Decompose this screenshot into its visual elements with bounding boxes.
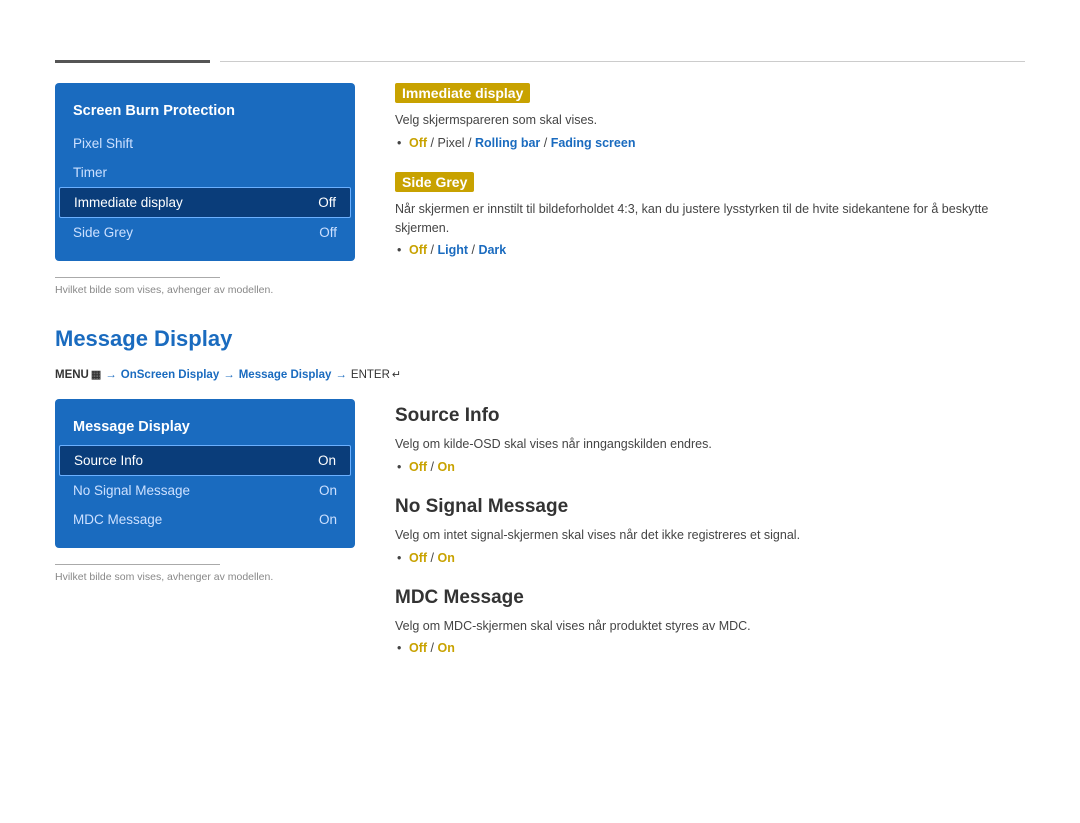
menu-item-mdc[interactable]: MDC Message On [55,505,355,534]
option-separator: / [427,136,437,150]
message-display-right: Source Info Velg om kilde-OSD skal vises… [395,399,1025,677]
menu-item-side-grey[interactable]: Side Grey Off [55,218,355,247]
option-off: Off [409,641,427,655]
screen-burn-right: Immediate display Velg skjermspareren so… [395,83,1025,296]
note-divider [55,277,220,278]
breadcrumb-arrow3: → [335,369,347,381]
no-signal-heading: No Signal Message [395,496,1025,518]
message-display-two-col: Message Display Source Info On No Signal… [55,399,1025,677]
screen-burn-panel: Screen Burn Protection Pixel Shift Timer… [55,83,355,261]
option-off: Off [409,136,427,150]
menu-item-value: On [319,512,337,527]
menu-item-label: No Signal Message [73,483,190,498]
option-on: On [437,460,454,474]
mdc-desc: MDC Message Velg om MDC-skjermen skal vi… [395,587,1025,656]
option-separator: / [427,243,437,257]
source-info-desc-text: Velg om kilde-OSD skal vises når inngang… [395,435,1025,454]
option-fading: Fading screen [551,136,636,150]
option-separator: / [540,136,550,150]
option-dark: Dark [478,243,506,257]
side-grey-desc-text: Når skjermen er innstilt til bildeforhol… [395,200,1025,238]
option-item: Off / Pixel / Rolling bar / Fading scree… [395,136,1025,150]
breadcrumb-arrow2: → [223,369,235,381]
menu-item-immediate-display[interactable]: Immediate display Off [59,187,351,218]
option-light: Light [437,243,468,257]
screen-burn-title: Screen Burn Protection [55,97,355,129]
menu-item-source-info[interactable]: Source Info On [59,445,351,476]
screen-burn-section: Screen Burn Protection Pixel Shift Timer… [55,83,1025,296]
top-dividers [55,60,1025,63]
menu-item-value: Off [319,225,337,240]
option-item: Off / On [395,460,1025,474]
option-pixel: Pixel [437,136,464,150]
mdc-options: Off / On [395,641,1025,655]
menu-item-label: Pixel Shift [73,136,133,151]
menu-item-timer[interactable]: Timer [55,158,355,187]
breadcrumb-onscreen: OnScreen Display [121,369,219,381]
menu-item-value: On [319,483,337,498]
option-separator: / [427,641,437,655]
message-display-title: Message Display [55,326,1025,352]
screen-burn-left: Screen Burn Protection Pixel Shift Timer… [55,83,355,296]
menu-item-label: Side Grey [73,225,133,240]
option-off: Off [409,551,427,565]
immediate-display-desc: Immediate display Velg skjermspareren so… [395,83,1025,150]
breadcrumb-enter: ENTER [351,369,390,381]
option-separator: / [468,243,478,257]
side-grey-options: Off / Light / Dark [395,243,1025,257]
message-display-section: Message Display MENU▦ → OnScreen Display… [55,326,1025,677]
immediate-display-desc-text: Velg skjermspareren som skal vises. [395,111,1025,130]
breadcrumb-menu: MENU [55,369,89,381]
menu-item-label: Timer [73,165,107,180]
immediate-display-heading: Immediate display [395,83,530,103]
source-info-heading: Source Info [395,405,1025,427]
breadcrumb: MENU▦ → OnScreen Display → Message Displ… [55,368,1025,381]
menu-item-pixel-shift[interactable]: Pixel Shift [55,129,355,158]
enter-icon: ↵ [392,368,401,381]
immediate-display-options: Off / Pixel / Rolling bar / Fading scree… [395,136,1025,150]
side-grey-heading: Side Grey [395,172,474,192]
option-separator: / [427,551,437,565]
breadcrumb-message-display: Message Display [239,369,332,381]
option-rolling: Rolling bar [475,136,540,150]
menu-item-label: Source Info [74,453,143,468]
option-on: On [437,551,454,565]
screen-burn-note: Hvilket bilde som vises, avhenger av mod… [55,284,355,296]
source-info-desc: Source Info Velg om kilde-OSD skal vises… [395,405,1025,474]
no-signal-options: Off / On [395,551,1025,565]
menu-item-label: Immediate display [74,195,183,210]
source-info-options: Off / On [395,460,1025,474]
mdc-desc-text: Velg om MDC-skjermen skal vises når prod… [395,617,1025,636]
menu-item-value: Off [318,195,336,210]
message-display-panel-title: Message Display [55,413,355,445]
message-display-note: Hvilket bilde som vises, avhenger av mod… [55,571,355,583]
no-signal-desc-text: Velg om intet signal-skjermen skal vises… [395,526,1025,545]
menu-item-value: On [318,453,336,468]
option-item: Off / On [395,551,1025,565]
menu-item-no-signal[interactable]: No Signal Message On [55,476,355,505]
option-separator: / [465,136,475,150]
option-separator: / [427,460,437,474]
option-off: Off [409,460,427,474]
option-off: Off [409,243,427,257]
message-display-panel: Message Display Source Info On No Signal… [55,399,355,548]
option-item: Off / On [395,641,1025,655]
option-on: On [437,641,454,655]
menu-item-label: MDC Message [73,512,162,527]
mdc-heading: MDC Message [395,587,1025,609]
breadcrumb-arrow1: → [105,369,117,381]
menu-icon: ▦ [91,368,101,381]
no-signal-desc: No Signal Message Velg om intet signal-s… [395,496,1025,565]
divider-long [220,61,1025,62]
option-item: Off / Light / Dark [395,243,1025,257]
note-divider-2 [55,564,220,565]
divider-short [55,60,210,63]
side-grey-desc: Side Grey Når skjermen er innstilt til b… [395,172,1025,258]
message-display-left: Message Display Source Info On No Signal… [55,399,355,677]
